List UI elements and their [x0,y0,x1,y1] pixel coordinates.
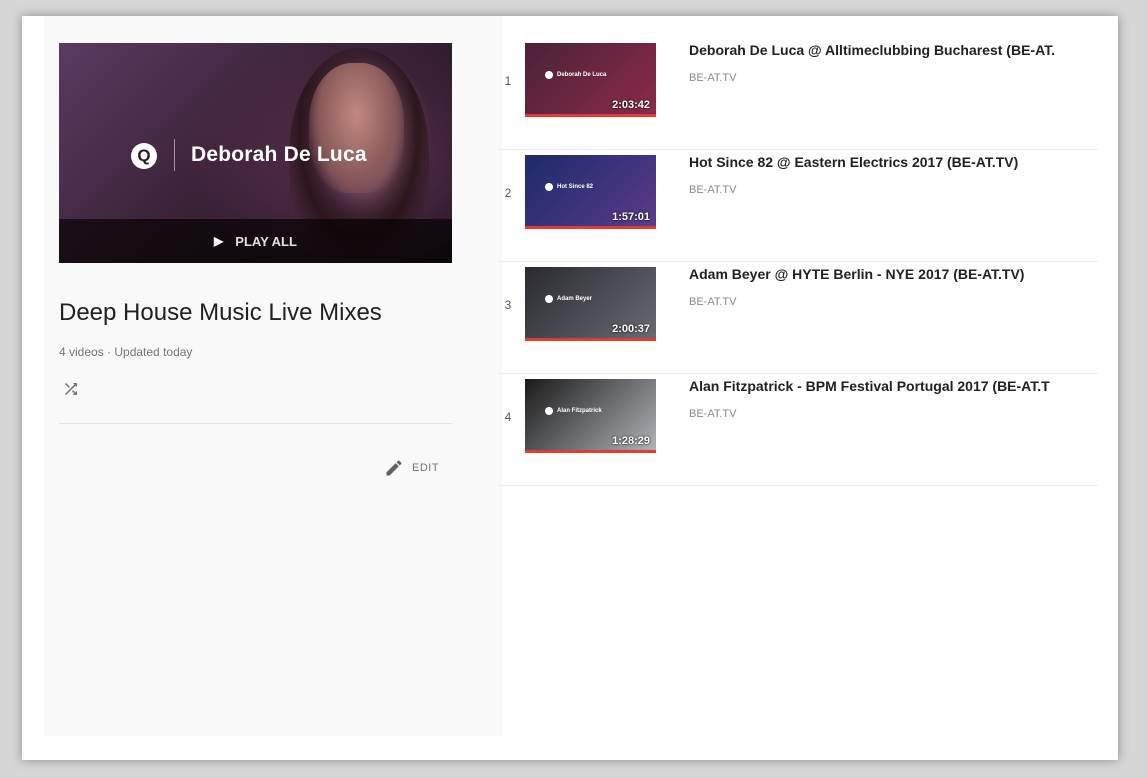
divider [59,423,452,424]
thumbnail-overlay: Hot Since 82 [545,183,593,191]
playlist-page: Q Deborah De Luca ▶ PLAY ALL Deep House … [22,16,1118,760]
video-thumbnail[interactable]: Alan Fitzpatrick 1:28:29 [525,379,656,453]
video-channel[interactable]: BE-AT.TV [689,296,736,308]
video-title[interactable]: Deborah De Luca @ Alltimeclubbing Buchar… [689,42,1109,58]
progress-bar [525,450,656,453]
video-list: 1 Deborah De Luca 2:03:42 Deborah De Luc… [498,38,1098,486]
video-channel[interactable]: BE-AT.TV [689,72,736,84]
video-list-item[interactable]: 2 Hot Since 82 1:57:01 Hot Since 82 @ Ea… [498,150,1098,262]
play-all-button[interactable]: ▶ PLAY ALL [59,219,452,263]
be-at-logo-icon [545,71,553,79]
hero-image-face [309,63,404,193]
playlist-title: Deep House Music Live Mixes [59,299,382,326]
pencil-icon [386,460,402,476]
thumbnail-overlay: Adam Beyer [545,295,592,303]
thumbnail-text: Hot Since 82 [557,184,594,190]
hero-artist-name: Deborah De Luca [191,143,367,166]
video-duration: 2:00:37 [612,323,650,335]
video-duration: 1:28:29 [612,435,650,447]
hero-separator [174,139,175,171]
video-channel[interactable]: BE-AT.TV [689,184,736,196]
edit-button[interactable]: EDIT [384,456,439,480]
shuffle-icon[interactable] [62,380,82,400]
playlist-meta: 4 videos · Updated today [59,345,193,359]
video-index: 1 [504,74,512,88]
playlist-sidebar: Q Deborah De Luca ▶ PLAY ALL Deep House … [44,16,502,736]
progress-bar [525,114,656,117]
play-icon: ▶ [214,234,224,248]
video-title[interactable]: Alan Fitzpatrick - BPM Festival Portugal… [689,378,1109,394]
thumbnail-overlay: Alan Fitzpatrick [545,407,602,415]
edit-label: EDIT [412,462,440,474]
progress-bar [525,338,656,341]
be-at-logo-icon [545,407,553,415]
video-index: 2 [504,186,512,200]
be-at-logo-icon: Q [131,143,157,169]
video-list-item[interactable]: 4 Alan Fitzpatrick 1:28:29 Alan Fitzpatr… [498,374,1098,486]
play-all-label: PLAY ALL [235,233,297,249]
video-index: 4 [504,410,512,424]
be-at-logo-icon [545,295,553,303]
playlist-hero-thumbnail[interactable]: Q Deborah De Luca ▶ PLAY ALL [59,43,452,263]
video-title[interactable]: Adam Beyer @ HYTE Berlin - NYE 2017 (BE-… [689,266,1109,282]
video-thumbnail[interactable]: Deborah De Luca 2:03:42 [525,43,656,117]
video-thumbnail[interactable]: Adam Beyer 2:00:37 [525,267,656,341]
thumbnail-text: Alan Fitzpatrick [557,408,602,414]
video-duration: 1:57:01 [612,211,650,223]
thumbnail-text: Deborah De Luca [557,72,607,78]
progress-bar [525,226,656,229]
thumbnail-overlay: Deborah De Luca [545,71,606,79]
video-title[interactable]: Hot Since 82 @ Eastern Electrics 2017 (B… [689,154,1109,170]
video-index: 3 [504,298,512,312]
video-thumbnail[interactable]: Hot Since 82 1:57:01 [525,155,656,229]
video-list-item[interactable]: 1 Deborah De Luca 2:03:42 Deborah De Luc… [498,38,1098,150]
video-channel[interactable]: BE-AT.TV [689,408,736,420]
video-duration: 2:03:42 [612,99,650,111]
video-list-item[interactable]: 3 Adam Beyer 2:00:37 Adam Beyer @ HYTE B… [498,262,1098,374]
thumbnail-text: Adam Beyer [557,296,593,302]
shuffle-icon-graphic [65,383,77,395]
be-at-logo-icon [545,183,553,191]
